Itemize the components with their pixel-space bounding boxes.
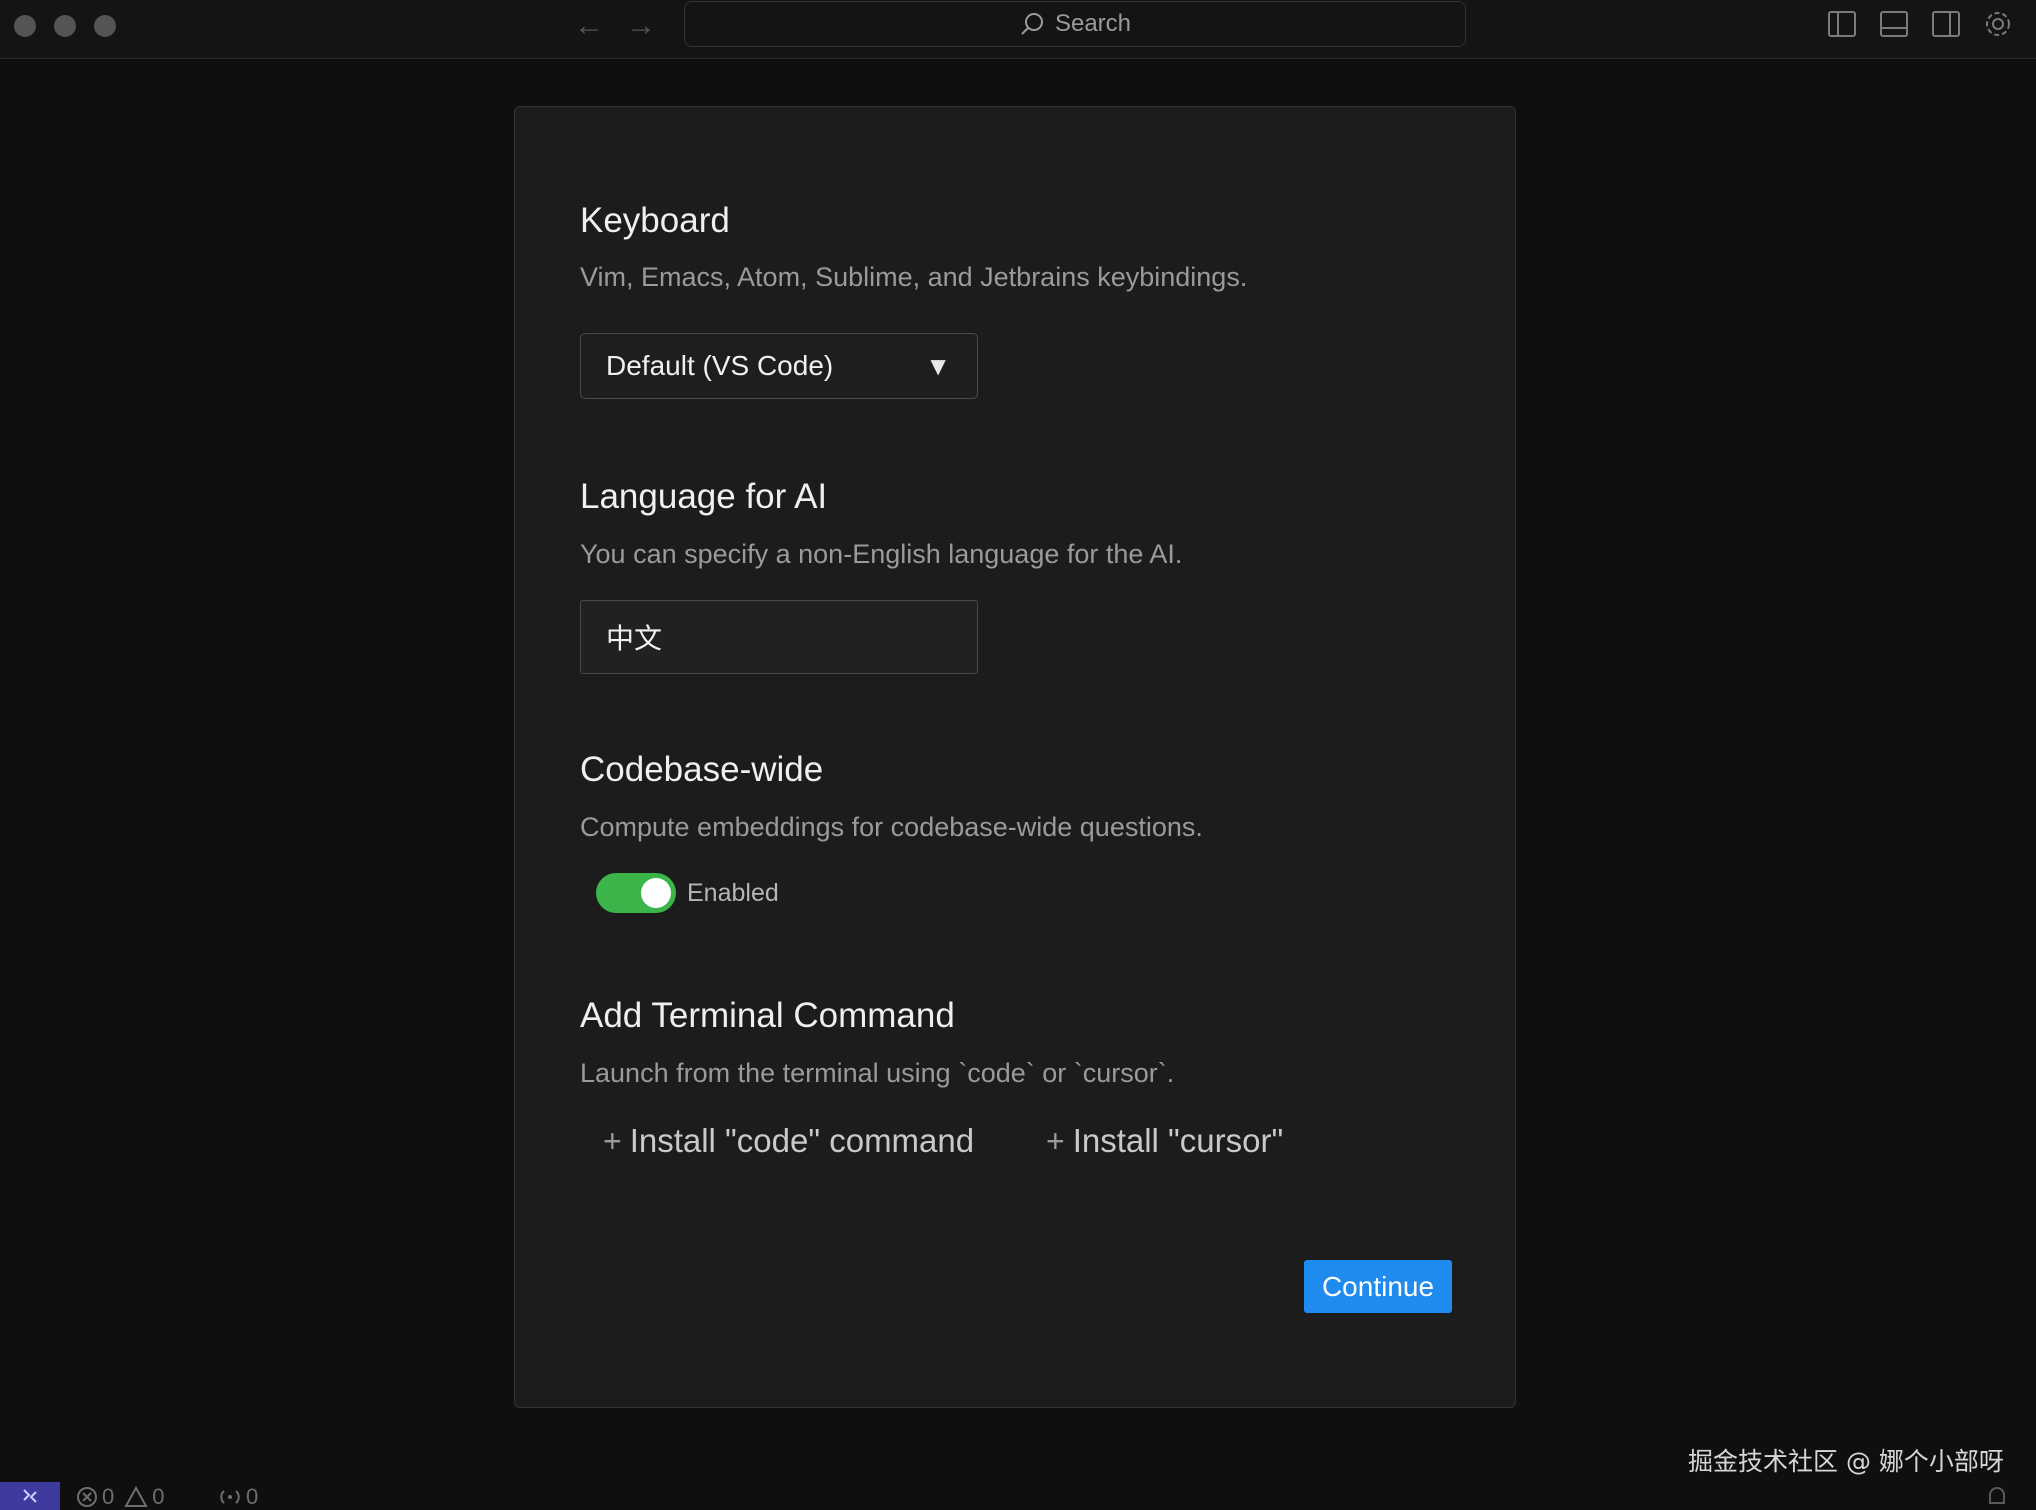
- watermark: 掘金技术社区 @ 娜个小部呀: [1688, 1447, 2004, 1476]
- language-description: You can specify a non-English language f…: [580, 539, 1183, 569]
- toggle-panel-icon[interactable]: [1879, 9, 1909, 39]
- plus-icon: +: [603, 1122, 622, 1159]
- plus-icon: +: [1046, 1122, 1065, 1159]
- codebase-toggle-label: Enabled: [687, 879, 779, 907]
- warning-count: 0: [152, 1484, 165, 1509]
- search-icon: [1021, 13, 1043, 35]
- status-bar: 0 0 0: [0, 1482, 2036, 1510]
- problems-status[interactable]: 0 0: [76, 1484, 165, 1510]
- back-arrow-icon[interactable]: ←: [574, 9, 604, 43]
- close-window-button[interactable]: [14, 15, 36, 37]
- search-placeholder: Search: [1054, 10, 1132, 37]
- error-count: 0: [102, 1484, 115, 1509]
- keybinding-selected-value: Default (VS Code): [606, 350, 834, 381]
- forward-arrow-icon[interactable]: →: [626, 9, 656, 43]
- remote-icon: [23, 1489, 37, 1503]
- terminal-description: Launch from the terminal using `code` or…: [580, 1058, 1175, 1088]
- bell-icon[interactable]: [1986, 1485, 2008, 1509]
- minimize-window-button[interactable]: [54, 15, 76, 37]
- maximize-window-button[interactable]: [94, 15, 116, 37]
- codebase-heading: Codebase-wide: [580, 750, 824, 789]
- toggle-primary-sidebar-icon[interactable]: [1827, 9, 1857, 39]
- title-bar: ← → Search: [0, 0, 2036, 59]
- ports-count: 0: [246, 1484, 259, 1509]
- gear-icon[interactable]: [1983, 9, 2013, 39]
- keyboard-description: Vim, Emacs, Atom, Sublime, and Jetbrains…: [580, 262, 1248, 292]
- ports-status[interactable]: 0: [218, 1484, 258, 1510]
- continue-button[interactable]: Continue: [1304, 1260, 1452, 1313]
- remote-button[interactable]: [0, 1482, 60, 1510]
- toggle-knob: [641, 878, 671, 908]
- language-heading: Language for AI: [580, 477, 828, 516]
- keybinding-select[interactable]: Default (VS Code) ▼: [580, 333, 978, 399]
- onboarding-panel: Keyboard Vim, Emacs, Atom, Sublime, and …: [514, 106, 1516, 1408]
- keyboard-heading: Keyboard: [580, 201, 730, 240]
- install-cursor-command-button[interactable]: + Install "cursor": [1046, 1122, 1283, 1160]
- language-input[interactable]: [580, 600, 978, 674]
- install-code-label: Install "code" command: [629, 1122, 975, 1159]
- install-cursor-label: Install "cursor": [1072, 1122, 1284, 1159]
- warning-icon: [124, 1486, 148, 1507]
- terminal-heading: Add Terminal Command: [580, 996, 955, 1035]
- broadcast-icon: [220, 1490, 240, 1504]
- search-box[interactable]: Search: [684, 1, 1466, 47]
- codebase-toggle[interactable]: [596, 873, 676, 913]
- install-code-command-button[interactable]: + Install "code" command: [603, 1122, 974, 1160]
- error-icon: [77, 1487, 97, 1507]
- caret-down-icon: ▼: [925, 351, 951, 381]
- codebase-description: Compute embeddings for codebase-wide que…: [580, 812, 1203, 842]
- toggle-secondary-sidebar-icon[interactable]: [1931, 9, 1961, 39]
